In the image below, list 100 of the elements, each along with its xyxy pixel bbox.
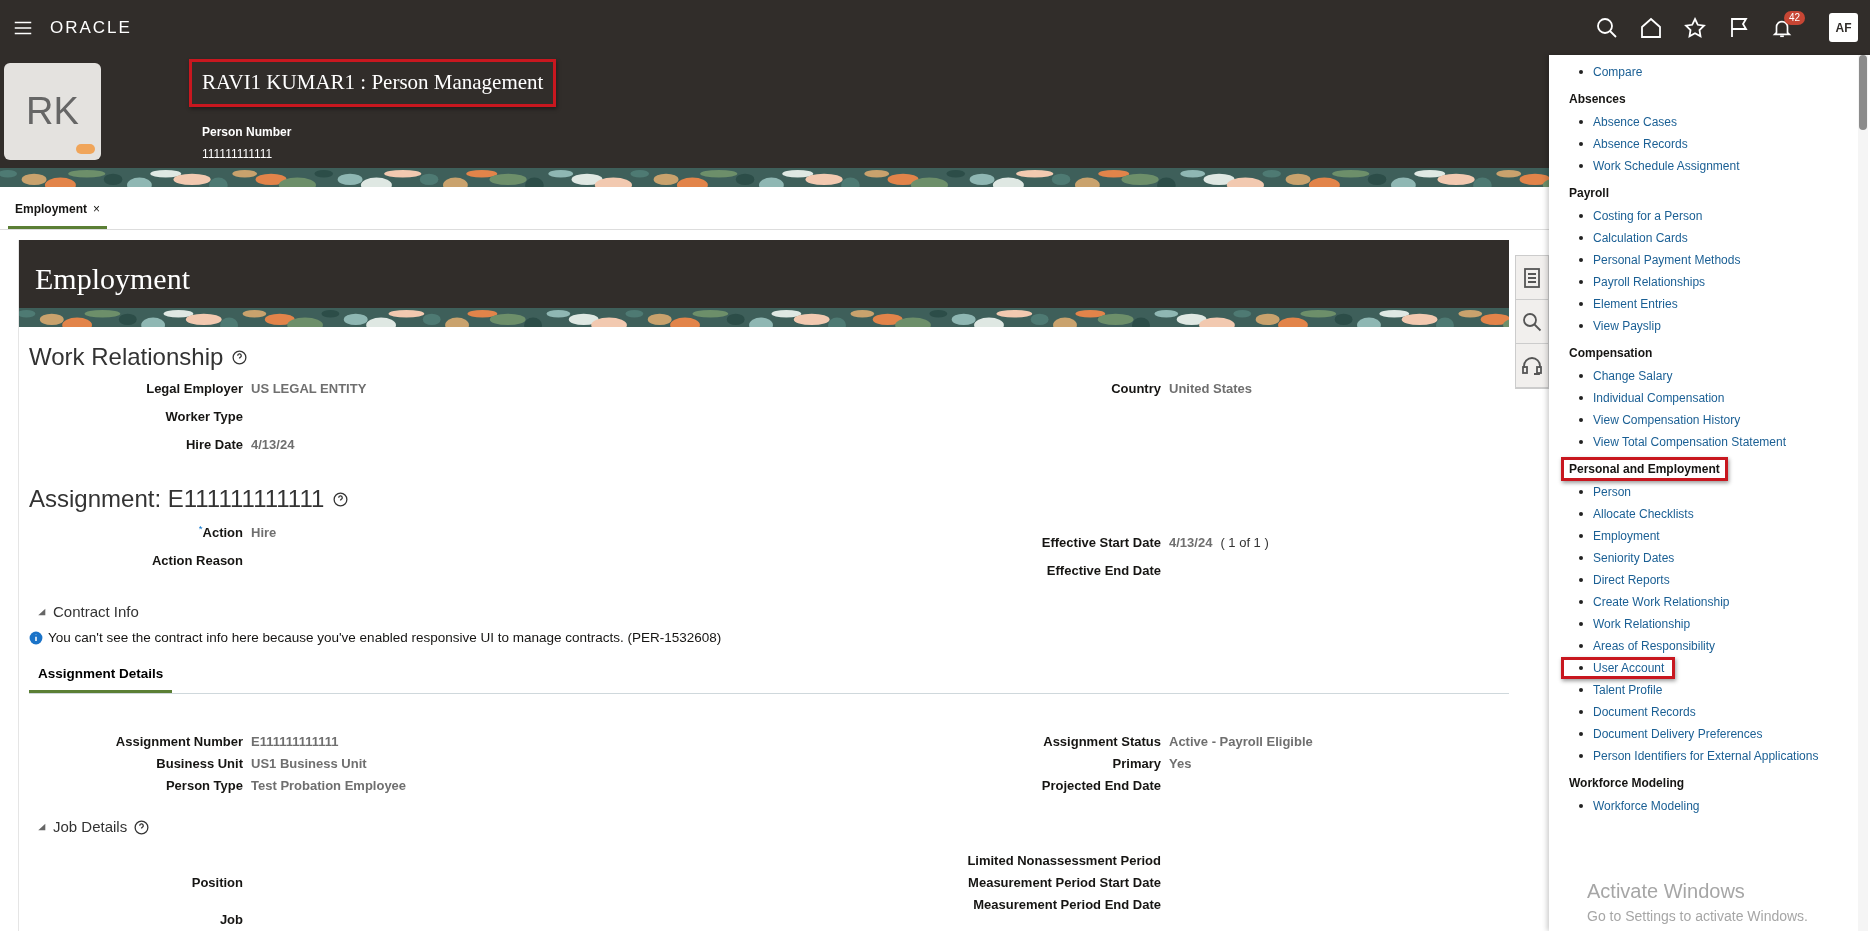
page-title: RAVI1 KUMAR1 : Person Management xyxy=(189,59,557,107)
bullet-icon xyxy=(1579,754,1583,758)
sidebar-link[interactable]: Work Relationship xyxy=(1593,615,1691,633)
bullet-icon xyxy=(1579,578,1583,582)
info-icon xyxy=(29,630,43,645)
bullet-icon xyxy=(1579,236,1583,240)
field-label: Position xyxy=(190,874,244,893)
close-icon[interactable]: × xyxy=(93,202,101,216)
star-icon[interactable] xyxy=(1683,15,1707,40)
field-label: Job xyxy=(218,911,244,930)
group-heading: Payroll xyxy=(1568,185,1611,202)
bullet-icon xyxy=(1579,804,1583,808)
sidebar-link[interactable]: Create Work Relationship xyxy=(1593,593,1730,611)
field-label: Action xyxy=(202,525,243,540)
bullet-icon xyxy=(1579,512,1583,516)
section-toggle[interactable]: Contract Info xyxy=(53,601,139,624)
bullet-icon xyxy=(1579,556,1583,560)
help-icon[interactable] xyxy=(332,490,350,508)
sidebar-link[interactable]: Costing for a Person xyxy=(1593,207,1703,225)
section-heading: Assignment: E111111111111 xyxy=(29,484,325,514)
bullet-icon xyxy=(1579,688,1583,692)
person-number-label: Person Number xyxy=(202,123,293,141)
field-value: Hire xyxy=(251,524,277,542)
info-message: You can't see the contract info here because you've enabled responsive UI to manage contracts. (PER-1532608) xyxy=(48,628,722,647)
sidebar-link[interactable]: Person xyxy=(1593,483,1632,501)
sidebar-link[interactable]: Direct Reports xyxy=(1593,571,1670,589)
field-label: Business Unit xyxy=(155,755,244,773)
field-value: Test Probation Employee xyxy=(251,777,407,795)
sidebar-link[interactable]: Employment xyxy=(1593,527,1660,545)
field-label: Worker Type xyxy=(164,408,244,426)
field-value: E111111111111 xyxy=(251,733,339,751)
bullet-icon xyxy=(1579,302,1583,306)
sidebar-link[interactable]: Workforce Modeling xyxy=(1593,797,1700,815)
field-value: US LEGAL ENTITY xyxy=(251,380,367,398)
collapse-triangle-icon[interactable] xyxy=(37,822,47,833)
bullet-icon xyxy=(1579,70,1583,74)
bullet-icon xyxy=(1579,164,1583,168)
field-value: Active - Payroll Eligible xyxy=(1169,733,1313,751)
sidebar-link[interactable]: View Payslip xyxy=(1593,317,1661,335)
field-label: Projected End Date xyxy=(1040,777,1162,795)
sidebar-link[interactable]: Allocate Checklists xyxy=(1593,505,1694,523)
bullet-icon xyxy=(1579,534,1583,538)
sidebar-link[interactable]: Absence Cases xyxy=(1593,113,1678,131)
sidebar-link[interactable]: Work Schedule Assignment xyxy=(1593,157,1740,175)
sidebar-link[interactable]: View Compensation History xyxy=(1593,411,1741,429)
field-label: Country xyxy=(1110,380,1162,398)
bullet-icon xyxy=(1579,490,1583,494)
sidebar-link[interactable]: Areas of Responsibility xyxy=(1593,637,1716,655)
field-value: Yes xyxy=(1169,755,1192,773)
sidebar-link[interactable]: Seniority Dates xyxy=(1593,549,1675,567)
sidebar-link[interactable]: Payroll Relationships xyxy=(1593,273,1706,291)
field-label: Limited Nonassessment Period xyxy=(966,851,1162,870)
required-marker: * xyxy=(198,523,203,535)
field-label: Primary xyxy=(1111,755,1162,773)
sidebar-link[interactable]: Talent Profile xyxy=(1593,681,1663,699)
scrollbar[interactable] xyxy=(1858,55,1868,931)
sidebar-link[interactable]: Document Delivery Preferences xyxy=(1593,725,1763,743)
field-label: Action Reason xyxy=(151,552,244,570)
search-icon[interactable] xyxy=(1595,15,1619,40)
sidebar-link[interactable]: User Account xyxy=(1593,659,1665,677)
field-label: Legal Employer xyxy=(145,380,244,398)
help-icon[interactable] xyxy=(133,818,151,836)
tab[interactable]: Employment × xyxy=(8,190,108,229)
field-label: Effective End Date xyxy=(1045,562,1162,580)
sidebar-link[interactable]: Calculation Cards xyxy=(1593,229,1688,247)
sidebar-link[interactable]: Individual Compensation xyxy=(1593,389,1725,407)
sidebar-link[interactable]: Element Entries xyxy=(1593,295,1678,313)
section-heading: Work Relationship xyxy=(29,342,224,372)
sidebar-link[interactable]: Document Records xyxy=(1593,703,1696,721)
record-count: ( 1 of 1 ) xyxy=(1220,534,1269,552)
person-number: 111111111111 xyxy=(202,145,274,163)
group-heading: Absences xyxy=(1568,91,1627,108)
bullet-icon xyxy=(1579,418,1583,422)
help-icon[interactable] xyxy=(231,348,249,366)
bullet-icon xyxy=(1579,666,1583,670)
field-value: United States xyxy=(1169,380,1253,398)
scrollbar-thumb[interactable] xyxy=(1859,55,1867,130)
tab[interactable]: Assignment Details xyxy=(29,659,173,693)
notification-badge: 42 xyxy=(1783,10,1805,25)
bullet-icon xyxy=(1579,732,1583,736)
collapse-triangle-icon[interactable] xyxy=(37,607,47,618)
bullet-icon xyxy=(1579,396,1583,400)
bullet-icon xyxy=(1579,142,1583,146)
banner-title: Employment xyxy=(34,261,191,297)
field-label: Assignment Number xyxy=(114,733,244,751)
bullet-icon xyxy=(1579,440,1583,444)
field-value: 4/13/24 xyxy=(251,436,295,454)
bullet-icon xyxy=(1579,120,1583,124)
oracle-logo[interactable]: ORACLE xyxy=(50,14,132,41)
sidebar-link[interactable]: Absence Records xyxy=(1593,135,1688,153)
user-avatar[interactable]: AF xyxy=(1829,13,1858,42)
bullet-icon xyxy=(1579,214,1583,218)
section-toggle[interactable]: Job Details xyxy=(53,816,128,839)
sidebar-link[interactable]: Personal Payment Methods xyxy=(1593,251,1741,269)
home-icon[interactable] xyxy=(1639,15,1663,40)
sidebar-link[interactable]: Change Salary xyxy=(1593,367,1673,385)
bullet-icon xyxy=(1579,622,1583,626)
sidebar-link[interactable]: Compare xyxy=(1593,63,1643,81)
sidebar-link[interactable]: Person Identifiers for External Applications xyxy=(1593,747,1819,765)
sidebar-link[interactable]: View Total Compensation Statement xyxy=(1593,433,1786,451)
